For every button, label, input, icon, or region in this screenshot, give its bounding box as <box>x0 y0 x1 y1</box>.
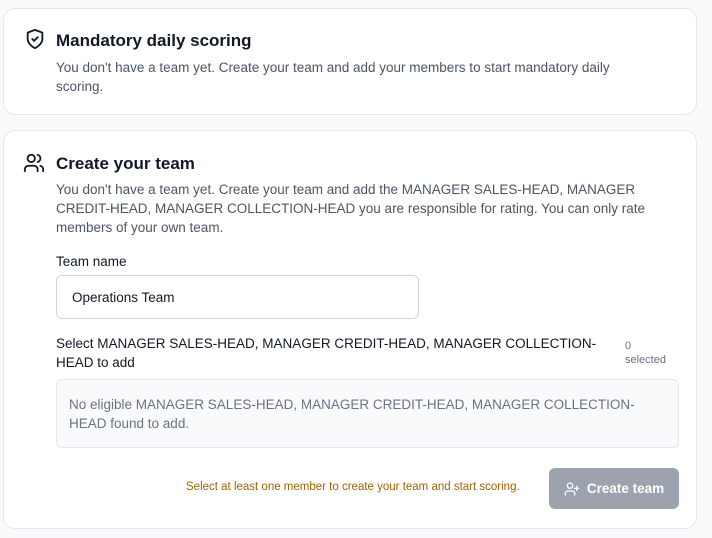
users-icon <box>23 152 45 174</box>
team-card-title: Create your team <box>56 154 195 173</box>
team-card-description: You don't have a team yet. Create your t… <box>56 182 645 235</box>
team-name-label: Team name <box>56 254 127 269</box>
user-plus-icon <box>564 481 580 497</box>
create-team-button-label: Create team <box>586 481 665 496</box>
create-team-card: Create your team You don't have a team y… <box>3 130 697 529</box>
scoring-card-title: Mandatory daily scoring <box>56 31 252 50</box>
selection-warning: Select at least one member to create you… <box>186 481 520 493</box>
create-team-button[interactable]: Create team <box>549 468 679 509</box>
empty-members-message: No eligible MANAGER SALES-HEAD, MANAGER … <box>56 379 679 448</box>
scoring-card-description: You don't have a team yet. Create your t… <box>56 60 610 94</box>
selected-count: 0 selected <box>625 339 673 367</box>
select-members-label: Select MANAGER SALES-HEAD, MANAGER CREDI… <box>56 336 597 370</box>
mandatory-scoring-card: Mandatory daily scoring You don't have a… <box>3 8 697 115</box>
shield-check-icon <box>24 28 46 50</box>
team-name-input[interactable] <box>56 275 419 319</box>
selected-count-text: selected <box>625 354 666 366</box>
selected-count-number: 0 <box>625 340 632 352</box>
